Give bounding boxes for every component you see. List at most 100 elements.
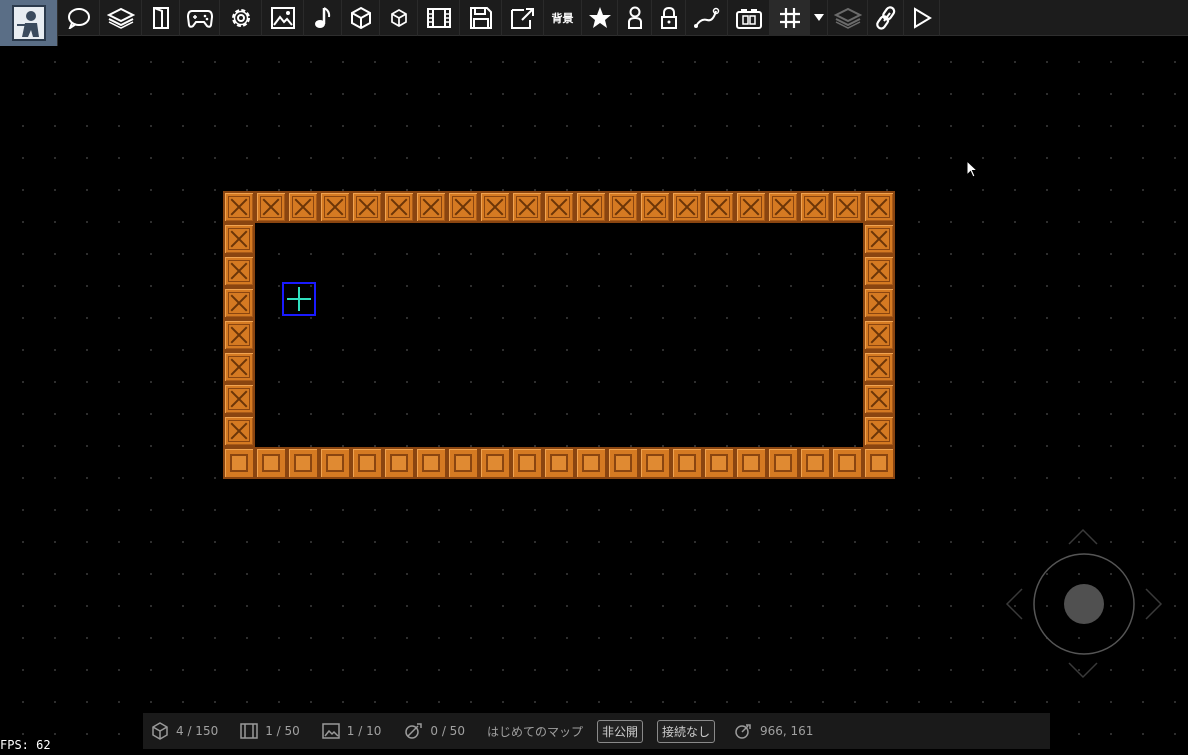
- cursor-position-icon: [735, 724, 751, 739]
- layers-dim-icon[interactable]: [828, 0, 868, 36]
- ground-block: [223, 447, 255, 479]
- ground-block: [767, 447, 799, 479]
- fps-counter: FPS: 62: [0, 738, 51, 752]
- crate-block: [223, 287, 255, 319]
- crate-block: [575, 191, 607, 223]
- crate-block: [863, 287, 895, 319]
- status-effects: 0 / 50: [403, 722, 465, 740]
- ground-block: [415, 447, 447, 479]
- ground-block: [671, 447, 703, 479]
- ground-block: [735, 447, 767, 479]
- start-position-marker[interactable]: [282, 282, 316, 316]
- door-icon[interactable]: [142, 0, 180, 36]
- ground-block: [511, 447, 543, 479]
- layers-icon[interactable]: [100, 0, 142, 36]
- crate-block: [607, 191, 639, 223]
- crate-block: [223, 255, 255, 287]
- ground-block: [607, 447, 639, 479]
- crate-block: [863, 383, 895, 415]
- film-icon: [240, 723, 258, 739]
- crate-block: [223, 223, 255, 255]
- crate-block: [223, 351, 255, 383]
- avatar[interactable]: [0, 0, 58, 46]
- export-icon[interactable]: [502, 0, 544, 36]
- crate-block: [831, 191, 863, 223]
- crate-block: [287, 191, 319, 223]
- ground-block: [639, 447, 671, 479]
- crate-block: [223, 191, 255, 223]
- ground-block: [287, 447, 319, 479]
- crate-block: [639, 191, 671, 223]
- status-map-name[interactable]: はじめてのマップ: [487, 723, 583, 740]
- virtual-joystick[interactable]: [1003, 525, 1165, 685]
- person-icon[interactable]: [618, 0, 652, 36]
- crate-block: [863, 415, 895, 447]
- ground-block: [447, 447, 479, 479]
- path-icon[interactable]: [686, 0, 728, 36]
- background-button[interactable]: 背景: [544, 0, 582, 36]
- ground-block: [479, 447, 511, 479]
- dropdown-icon[interactable]: [810, 0, 828, 36]
- crate-block: [351, 191, 383, 223]
- ground-block: [383, 447, 415, 479]
- camera-icon[interactable]: [728, 0, 770, 36]
- effect-icon: [405, 723, 423, 739]
- play-icon[interactable]: [904, 0, 940, 36]
- toolbar: 背景: [0, 0, 1188, 46]
- status-images: 1 / 10: [322, 723, 381, 739]
- chat-icon[interactable]: [58, 0, 100, 36]
- mouse-pointer-icon: [966, 160, 979, 178]
- ground-block: [575, 447, 607, 479]
- crate-block: [863, 223, 895, 255]
- gamepad-icon[interactable]: [180, 0, 220, 36]
- crate-block: [479, 191, 511, 223]
- crate-block: [767, 191, 799, 223]
- status-coordinates: 966, 161: [733, 722, 813, 740]
- star-icon[interactable]: [582, 0, 618, 36]
- crate-block: [703, 191, 735, 223]
- grid-icon[interactable]: [770, 0, 810, 36]
- cube-icon[interactable]: [342, 0, 380, 36]
- crate-block: [319, 191, 351, 223]
- crate-block: [799, 191, 831, 223]
- ground-block: [831, 447, 863, 479]
- crate-block: [543, 191, 575, 223]
- crate-block: [735, 191, 767, 223]
- image-icon[interactable]: [262, 0, 304, 36]
- visibility-badge[interactable]: 非公開: [596, 719, 643, 743]
- crate-block: [383, 191, 415, 223]
- film-icon[interactable]: [418, 0, 460, 36]
- crate-block: [863, 255, 895, 287]
- save-icon[interactable]: [460, 0, 502, 36]
- crate-block: [223, 319, 255, 351]
- status-scenes: 1 / 50: [240, 723, 300, 739]
- crate-block: [223, 383, 255, 415]
- status-objects: 4 / 150: [151, 722, 218, 740]
- image-icon: [322, 723, 340, 739]
- crate-block: [415, 191, 447, 223]
- crate-block: [223, 415, 255, 447]
- gear-icon[interactable]: [220, 0, 262, 36]
- music-icon[interactable]: [304, 0, 342, 36]
- ground-block: [543, 447, 575, 479]
- joystick-right-icon: [1145, 588, 1163, 620]
- joystick-left-icon: [1005, 588, 1023, 620]
- crate-block: [863, 191, 895, 223]
- crate-block: [511, 191, 543, 223]
- toolbar-spacer: [940, 0, 1188, 35]
- ground-block: [255, 447, 287, 479]
- status-bar: 4 / 150 1 / 50 1 / 10 0 / 50 はじめてのマップ 非公…: [143, 713, 1050, 749]
- lock-icon[interactable]: [652, 0, 686, 36]
- joystick-down-icon: [1068, 662, 1098, 679]
- small-cube-icon[interactable]: [380, 0, 418, 36]
- cube-icon: [152, 722, 168, 740]
- crate-block: [255, 191, 287, 223]
- link-icon[interactable]: [868, 0, 904, 36]
- crate-block: [671, 191, 703, 223]
- ground-block: [863, 447, 895, 479]
- ground-block: [351, 447, 383, 479]
- joystick-knob: [1064, 584, 1104, 624]
- background-label: 背景: [551, 12, 574, 25]
- connection-badge[interactable]: 接続なし: [656, 719, 715, 743]
- ground-block: [799, 447, 831, 479]
